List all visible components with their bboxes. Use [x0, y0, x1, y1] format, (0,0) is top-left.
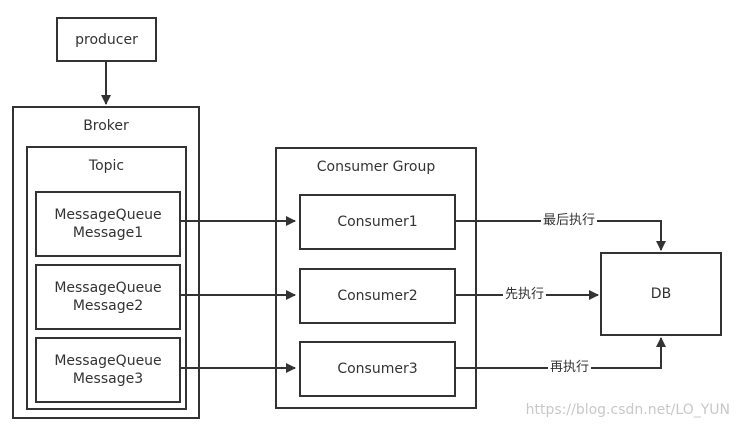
watermark-text: https://blog.csdn.net/LO_YUN: [525, 402, 730, 418]
edge-label-second: 先执行: [503, 287, 547, 303]
connectors: [101, 62, 666, 373]
diagram-canvas: producer Broker Topic MessageQueue Messa…: [0, 0, 738, 430]
edge-label-first: 最后执行: [541, 213, 598, 229]
edge-label-third: 再执行: [548, 360, 592, 376]
